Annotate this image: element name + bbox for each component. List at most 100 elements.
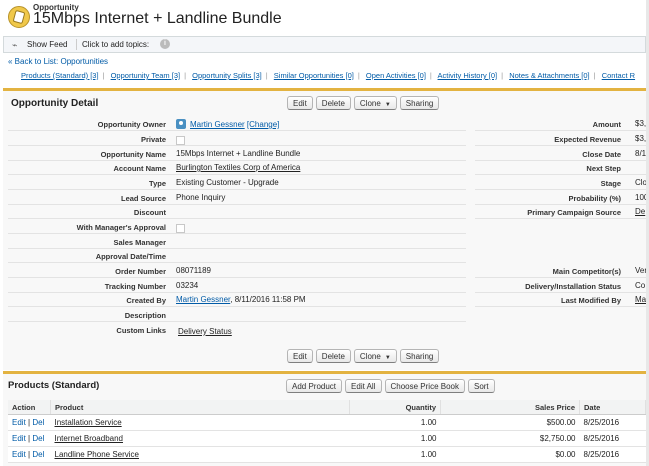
related-link-similar-opportunities[interactable]: Similar Opportunities [0] (274, 71, 354, 80)
column-header: Date (579, 400, 646, 415)
products-buttons: Add Product Edit All Choose Price Book S… (286, 379, 495, 393)
created-by-link[interactable]: Martin Gessner (176, 295, 230, 304)
chevron-down-icon: ▼ (384, 102, 391, 108)
created-date: , 8/11/2016 11:58 PM (230, 295, 306, 304)
field-row: Opportunity Owner Martin Gessner [Change… (3, 117, 646, 131)
related-link-products[interactable]: Products (Standard) [3] (21, 71, 99, 80)
delete-button[interactable]: Delete (315, 96, 351, 110)
delivery-status-link[interactable]: Delivery Status (178, 327, 232, 336)
page-header: Opportunity 15Mbps Internet + Landline B… (0, 0, 649, 36)
field-label: Custom Links (116, 326, 166, 335)
add-product-button[interactable]: Add Product (286, 379, 343, 393)
detail-title: Opportunity Detail (11, 98, 99, 109)
feed-icon[interactable]: ⌁ (12, 40, 17, 51)
edit-button[interactable]: Edit (287, 96, 313, 110)
chevron-down-icon: ▼ (384, 355, 391, 361)
divider (76, 39, 77, 50)
sort-button[interactable]: Sort (467, 379, 495, 393)
field-label: Close Date (582, 150, 621, 159)
field-value: 08071189 (176, 266, 211, 275)
row-delete-link[interactable]: Del (32, 450, 44, 459)
table-header: Action Product Quantity Sales Price Date (8, 400, 646, 415)
field-label: With Manager's Approval (76, 223, 166, 232)
row-delete-link[interactable]: Del (32, 434, 44, 443)
chatter-bar: ⌁ Show Feed Click to add topics: i (3, 36, 646, 53)
field-label: Primary Campaign Source (527, 208, 621, 217)
field-value: Martin Gessner, 8/11/2016 11:58 PM (176, 295, 306, 304)
field-label: Next Step (586, 164, 621, 173)
sharing-button[interactable]: Sharing (399, 349, 440, 363)
field-label: Last Modified By (560, 296, 621, 305)
related-link-notes-attachments[interactable]: Notes & Attachments [0] (509, 71, 589, 80)
clone-button[interactable]: Clone ▼ (353, 349, 397, 363)
products-panel: Products (Standard) Add Product Edit All… (3, 371, 646, 466)
field-row: Sales Manager (3, 235, 646, 249)
field-value: Existing Customer - Upgrade (176, 178, 279, 187)
owner-link[interactable]: Martin Gessner (190, 120, 245, 129)
field-value: Martin Gessner [Change] (176, 119, 279, 129)
field-value: 03234 (176, 281, 199, 290)
change-owner-link[interactable]: [Change] (247, 120, 279, 129)
show-feed-link[interactable]: Show Feed (27, 40, 67, 49)
column-header: Product (50, 400, 350, 415)
field-label: Sales Manager (113, 238, 166, 247)
field-label: Opportunity Owner (97, 120, 166, 129)
field-label: Account Name (113, 164, 166, 173)
row-edit-link[interactable]: Edit (12, 418, 26, 427)
field-row: Custom Links Delivery Status (3, 323, 646, 337)
row-edit-link[interactable]: Edit (12, 450, 26, 459)
related-link-contact-roles[interactable]: Contact R (602, 71, 635, 80)
row-actions: Edit | Del (8, 430, 51, 447)
account-link[interactable]: Burlington Textiles Corp of America (176, 163, 300, 172)
product-link[interactable]: Installation Service (50, 414, 350, 431)
related-link-activity-history[interactable]: Activity History [0] (438, 71, 498, 80)
info-icon[interactable]: i (160, 39, 170, 49)
clone-label: Clone (359, 99, 381, 108)
column-header: Action (8, 400, 51, 415)
related-link-open-activities[interactable]: Open Activities [0] (366, 71, 426, 80)
product-link[interactable]: Internet Broadband (50, 430, 350, 447)
related-link-opportunity-splits[interactable]: Opportunity Splits [3] (192, 71, 262, 80)
last-modified-link[interactable]: Ma (635, 295, 646, 304)
back-to-list-text[interactable]: « Back to List: Opportunities (8, 57, 108, 66)
field-row: Approval Date/Time (3, 249, 646, 263)
back-to-list-link[interactable]: « Back to List: Opportunities (8, 57, 108, 66)
field-label: Stage (600, 179, 621, 188)
clone-label: Clone (359, 352, 381, 361)
field-value: 8/1 (635, 149, 647, 158)
field-row: Type Existing Customer - Upgrade Stage C… (3, 176, 647, 190)
row-edit-link[interactable]: Edit (12, 434, 26, 443)
quantity-cell: 1.00 (349, 414, 441, 431)
row-delete-link[interactable]: Del (32, 418, 44, 427)
edit-all-button[interactable]: Edit All (345, 379, 382, 393)
field-label: Order Number (115, 267, 166, 276)
row-actions: Edit | Del (8, 414, 51, 431)
add-topics-link[interactable]: Click to add topics: (82, 40, 149, 49)
field-label: Discount (133, 208, 166, 217)
field-value: Phone Inquiry (176, 193, 226, 202)
field-row: With Manager's Approval (3, 220, 646, 234)
clone-button[interactable]: Clone ▼ (353, 96, 397, 110)
field-row: Order Number 08071189 Main Competitor(s)… (3, 264, 647, 278)
field-value: Co (635, 281, 646, 290)
field-label: Opportunity Name (100, 150, 166, 159)
campaign-link[interactable]: De (635, 207, 645, 216)
field-value: 15Mbps Internet + Landline Bundle (176, 149, 301, 158)
date-cell: 8/25/2016 (579, 430, 646, 447)
product-link[interactable]: Landline Phone Service (50, 446, 350, 463)
detail-top-buttons: Edit Delete Clone ▼ Sharing (287, 96, 440, 110)
related-link-opportunity-team[interactable]: Opportunity Team [3] (111, 71, 180, 80)
sharing-button[interactable]: Sharing (399, 96, 440, 110)
field-row: Discount Primary Campaign Source De (3, 205, 646, 219)
field-row: Private Expected Revenue $3, (3, 132, 646, 146)
related-list-links: Products (Standard) [3] | Opportunity Tea… (21, 71, 636, 80)
edit-button[interactable]: Edit (287, 349, 313, 363)
choose-price-book-button[interactable]: Choose Price Book (384, 379, 465, 393)
field-label: Lead Source (120, 194, 166, 203)
price-cell: $500.00 (440, 414, 580, 431)
delete-button[interactable]: Delete (315, 349, 351, 363)
products-table: Action Product Quantity Sales Price Date… (8, 400, 646, 463)
quantity-cell: 1.00 (349, 430, 441, 447)
row-actions: Edit | Del (8, 446, 51, 463)
field-row: Created By Martin Gessner, 8/11/2016 11:… (3, 293, 646, 307)
